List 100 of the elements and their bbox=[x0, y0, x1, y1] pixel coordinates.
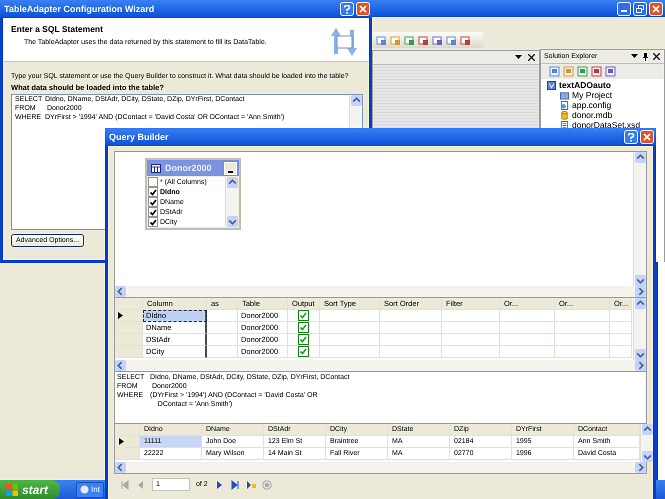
toolbar-icon[interactable] bbox=[418, 34, 429, 46]
grid-cell[interactable] bbox=[610, 334, 632, 346]
checkbox[interactable] bbox=[148, 177, 158, 187]
toolbar-icon[interactable] bbox=[460, 34, 471, 46]
checkbox[interactable] bbox=[148, 197, 158, 207]
help-icon bbox=[343, 4, 351, 14]
grid-cell[interactable] bbox=[442, 322, 500, 334]
grid-cell[interactable] bbox=[442, 310, 500, 322]
toolbar-icon[interactable] bbox=[591, 66, 602, 77]
restore-button[interactable] bbox=[633, 2, 647, 16]
scroll-right-icon[interactable] bbox=[635, 462, 646, 473]
minimize-button[interactable] bbox=[224, 162, 237, 174]
help-button[interactable] bbox=[624, 130, 638, 144]
pin-icon[interactable] bbox=[643, 52, 648, 60]
close-button[interactable] bbox=[356, 2, 370, 16]
close-icon bbox=[359, 5, 367, 13]
output-checkbox[interactable] bbox=[298, 310, 309, 321]
output-checkbox[interactable] bbox=[298, 346, 309, 357]
grid-cell[interactable] bbox=[320, 346, 380, 358]
grid-cell[interactable] bbox=[442, 334, 500, 346]
grid-cell[interactable] bbox=[207, 310, 238, 322]
last-record-icon[interactable] bbox=[230, 480, 240, 490]
grid-cell[interactable] bbox=[610, 322, 632, 334]
folder-icon bbox=[560, 90, 569, 100]
help-button[interactable] bbox=[340, 2, 354, 16]
grid-cell[interactable] bbox=[500, 322, 555, 334]
grid-cell[interactable] bbox=[555, 310, 610, 322]
dropdown-icon[interactable] bbox=[631, 54, 638, 59]
vertical-scrollbar[interactable] bbox=[640, 424, 653, 462]
grid-cell[interactable] bbox=[610, 346, 632, 358]
dropdown-icon[interactable] bbox=[515, 55, 522, 60]
close-icon[interactable] bbox=[528, 54, 535, 61]
close-icon bbox=[652, 4, 660, 12]
grid-cell[interactable] bbox=[610, 310, 632, 322]
grid-cell[interactable] bbox=[320, 334, 380, 346]
toolbar-icon[interactable] bbox=[376, 34, 387, 46]
toolbar-icon[interactable] bbox=[563, 66, 574, 77]
scroll-right-icon[interactable] bbox=[635, 286, 646, 297]
scroll-up-icon[interactable] bbox=[634, 152, 646, 163]
row-header[interactable] bbox=[115, 310, 143, 322]
scroll-up-icon[interactable] bbox=[642, 424, 652, 435]
checkbox[interactable] bbox=[148, 187, 158, 197]
vertical-scrollbar[interactable] bbox=[633, 152, 646, 286]
taskbar-item[interactable]: Int bbox=[76, 482, 104, 498]
close-icon bbox=[643, 133, 651, 141]
grid-cell[interactable] bbox=[500, 334, 555, 346]
scroll-left-icon[interactable] bbox=[115, 360, 126, 371]
toolbar-icon[interactable] bbox=[549, 66, 560, 77]
checkbox[interactable] bbox=[148, 217, 158, 227]
scroll-down-icon[interactable] bbox=[642, 451, 652, 462]
scroll-up-icon[interactable] bbox=[226, 177, 238, 188]
scroll-down-icon[interactable] bbox=[634, 275, 646, 286]
horizontal-scrollbar[interactable] bbox=[115, 360, 646, 371]
toolbar-icon[interactable] bbox=[446, 34, 457, 46]
tree-item[interactable]: textADOauto bbox=[559, 80, 611, 90]
grid-cell[interactable] bbox=[320, 322, 380, 334]
tree-item[interactable]: donorDataSet.xsd bbox=[572, 120, 640, 130]
grid-cell[interactable] bbox=[555, 334, 610, 346]
vertical-scrollbar[interactable] bbox=[633, 298, 646, 360]
grid-cell[interactable] bbox=[555, 322, 610, 334]
scroll-right-icon[interactable] bbox=[635, 360, 646, 371]
scroll-down-icon[interactable] bbox=[634, 349, 646, 360]
grid-cell[interactable] bbox=[380, 346, 442, 358]
scroll-left-icon[interactable] bbox=[115, 286, 126, 297]
grid-cell[interactable] bbox=[380, 334, 442, 346]
grid-cell[interactable] bbox=[207, 346, 238, 358]
grid-cell[interactable] bbox=[207, 334, 238, 346]
toolbar-icon[interactable] bbox=[432, 34, 443, 46]
vertical-scrollbar[interactable] bbox=[225, 177, 238, 227]
toolbar-icon[interactable] bbox=[577, 66, 588, 77]
tree-item[interactable]: donor.mdb bbox=[572, 110, 612, 120]
output-checkbox[interactable] bbox=[298, 322, 309, 333]
close-button[interactable] bbox=[649, 2, 663, 16]
grid-cell[interactable] bbox=[207, 322, 238, 334]
grid-cell[interactable] bbox=[500, 346, 555, 358]
grid-cell[interactable] bbox=[500, 310, 555, 322]
horizontal-scrollbar[interactable] bbox=[115, 462, 646, 473]
add-record-icon[interactable] bbox=[246, 480, 256, 490]
checkbox[interactable] bbox=[148, 207, 158, 217]
grid-cell[interactable] bbox=[442, 346, 500, 358]
grid-cell[interactable] bbox=[380, 322, 442, 334]
close-icon[interactable] bbox=[653, 53, 660, 60]
tree-item[interactable]: app.config bbox=[572, 100, 612, 110]
grid-cell[interactable] bbox=[320, 310, 380, 322]
output-checkbox[interactable] bbox=[298, 334, 309, 345]
toolbar-icon[interactable] bbox=[390, 34, 401, 46]
scroll-down-icon[interactable] bbox=[226, 216, 238, 227]
grid-cell[interactable] bbox=[555, 346, 610, 358]
toolbar-icon[interactable] bbox=[404, 34, 415, 46]
table-icon bbox=[151, 164, 161, 172]
row-header[interactable] bbox=[115, 436, 140, 448]
horizontal-scrollbar[interactable] bbox=[115, 286, 646, 297]
scroll-up-icon[interactable] bbox=[634, 298, 646, 309]
wizard-heading: Enter a SQL Statement bbox=[11, 24, 104, 34]
toolbar-icon[interactable] bbox=[605, 66, 616, 77]
scroll-up-icon[interactable] bbox=[350, 95, 362, 106]
grid-cell[interactable] bbox=[380, 310, 442, 322]
scroll-left-icon[interactable] bbox=[115, 462, 126, 473]
close-button[interactable] bbox=[640, 130, 654, 144]
tree-item[interactable]: My Project bbox=[572, 90, 612, 100]
